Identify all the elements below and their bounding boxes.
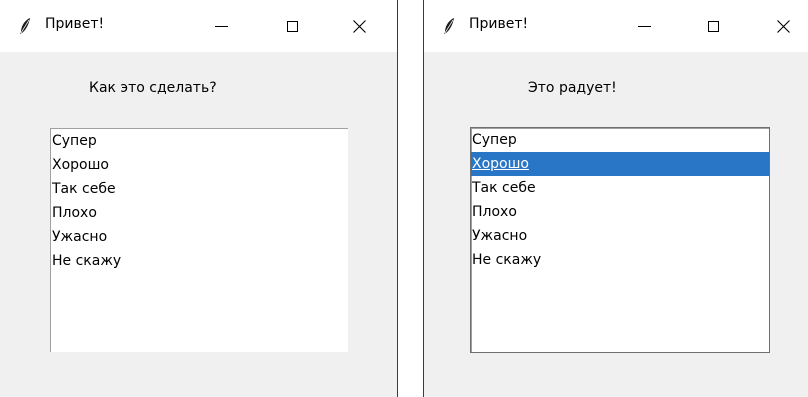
- window-right: Привет! Это радует! Супер Хорошо Так себ…: [423, 0, 808, 397]
- close-icon: [352, 19, 366, 33]
- maximize-icon: [286, 20, 298, 32]
- close-icon: [776, 19, 790, 33]
- list-item[interactable]: Плохо: [51, 201, 348, 225]
- window-title: Привет!: [45, 16, 105, 32]
- minimize-icon: [637, 25, 651, 27]
- list-item[interactable]: Супер: [51, 129, 348, 153]
- window-title: Привет!: [469, 16, 529, 32]
- list-item[interactable]: Хорошо: [51, 153, 348, 177]
- list-item-selected[interactable]: Хорошо: [471, 152, 769, 176]
- title-bar[interactable]: Привет!: [0, 0, 397, 52]
- list-item[interactable]: Не скажу: [471, 248, 769, 272]
- list-item[interactable]: Не скажу: [51, 249, 348, 273]
- rating-listbox[interactable]: Супер Хорошо Так себе Плохо Ужасно Не ск…: [470, 127, 770, 353]
- list-item[interactable]: Ужасно: [471, 224, 769, 248]
- close-button[interactable]: [760, 0, 806, 52]
- close-button[interactable]: [336, 0, 382, 52]
- prompt-label: Это радует!: [528, 80, 617, 96]
- list-item[interactable]: Так себе: [471, 176, 769, 200]
- prompt-label: Как это сделать?: [89, 80, 217, 96]
- rating-listbox[interactable]: Супер Хорошо Так себе Плохо Ужасно Не ск…: [50, 128, 348, 352]
- list-item[interactable]: Ужасно: [51, 225, 348, 249]
- list-item[interactable]: Так себе: [51, 177, 348, 201]
- feather-icon: [444, 18, 454, 34]
- maximize-icon: [707, 20, 719, 32]
- maximize-button[interactable]: [269, 0, 315, 52]
- window-left: Привет! Как это сделать? Супер Хорошо Та…: [0, 0, 398, 397]
- feather-icon: [20, 18, 30, 34]
- minimize-button[interactable]: [621, 0, 667, 52]
- minimize-button[interactable]: [198, 0, 244, 52]
- list-item[interactable]: Супер: [471, 128, 769, 152]
- maximize-button[interactable]: [690, 0, 736, 52]
- minimize-icon: [214, 25, 228, 27]
- title-bar[interactable]: Привет!: [424, 0, 808, 52]
- list-item[interactable]: Плохо: [471, 200, 769, 224]
